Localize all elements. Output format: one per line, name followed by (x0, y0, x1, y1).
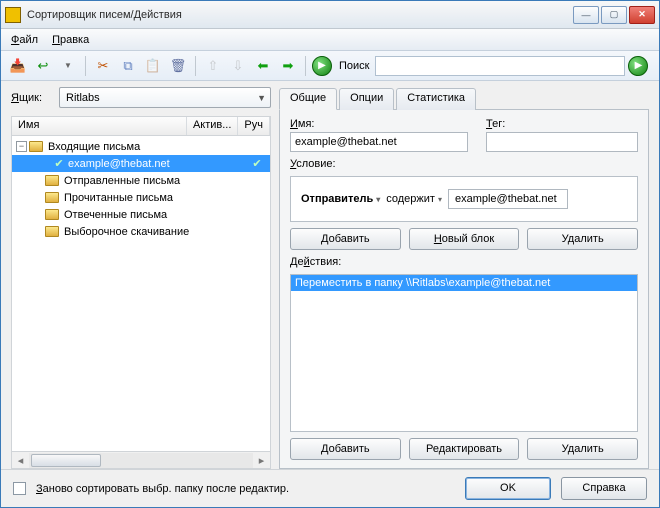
condition-label: Условие: (290, 158, 336, 170)
act-add-button[interactable]: Добавить (290, 438, 401, 460)
toolbar: 📥 ↩ ▼ ✂ ⧉ 📋 🗑 ⇧ ⇩ ⬅ ➡ ▶ Поиск ▶ (1, 51, 659, 81)
folder-icon (45, 209, 59, 220)
cond-add-button[interactable]: Добавить (290, 228, 401, 250)
search-go-icon-left[interactable]: ▶ (312, 56, 332, 76)
chevron-down-icon: ▼ (257, 93, 266, 103)
name-label: Имя: (290, 118, 468, 130)
cond-newblock-button[interactable]: Новый блок (409, 228, 520, 250)
box-label: Ящик: (11, 92, 51, 104)
tag-input[interactable] (486, 132, 638, 152)
col-name[interactable]: Имя (12, 117, 187, 135)
minimize-button[interactable]: — (573, 6, 599, 24)
action-item[interactable]: Переместить в папку \\Ritlabs\example@th… (291, 275, 637, 291)
help-button[interactable]: Справка (561, 477, 647, 500)
bottom-bar: Заново сортировать выбр. папку после ред… (1, 469, 659, 507)
search-go-icon[interactable]: ▶ (628, 56, 648, 76)
tab-panel-general: Имя: Тег: Условие: Отправитель▾ (279, 109, 649, 469)
col-active[interactable]: Актив... (187, 117, 238, 135)
tree-row[interactable]: Отвеченные письма (12, 206, 270, 223)
folder-icon (29, 141, 43, 152)
reply-icon[interactable]: ↩ (32, 55, 54, 77)
check-icon: ✔ (52, 157, 66, 170)
tree-header: Имя Актив... Руч (11, 116, 271, 136)
tree-row[interactable]: ✔ example@thebat.net ✔ (12, 155, 270, 172)
scroll-left-icon[interactable]: ◂ (12, 454, 29, 467)
tree-row[interactable]: Отправленные письма (12, 172, 270, 189)
tree-row[interactable]: Выборочное скачивание (12, 223, 270, 240)
resort-label: Заново сортировать выбр. папку после ред… (36, 483, 289, 495)
down-icon: ⇩ (227, 55, 249, 77)
cond-delete-button[interactable]: Удалить (527, 228, 638, 250)
scroll-right-icon[interactable]: ▸ (253, 454, 270, 467)
menubar: Файл Правка (1, 29, 659, 51)
window-title: Сортировщик писем/Действия (27, 9, 573, 21)
app-icon (5, 7, 21, 23)
cut-icon[interactable]: ✂ (92, 55, 114, 77)
back-icon[interactable]: ⬅ (252, 55, 274, 77)
titlebar: Сортировщик писем/Действия — ▢ ✕ (1, 1, 659, 29)
up-icon: ⇧ (202, 55, 224, 77)
collapse-icon[interactable]: − (16, 141, 27, 152)
tab-strip: Общие Опции Статистика (279, 88, 649, 110)
folder-icon (45, 192, 59, 203)
resort-checkbox[interactable] (13, 482, 26, 495)
menu-edit[interactable]: Правка (52, 34, 89, 46)
menu-file[interactable]: Файл (11, 34, 38, 46)
tree-row[interactable]: − Входящие письма (12, 138, 270, 155)
tab-general[interactable]: Общие (279, 88, 337, 110)
folder-icon (45, 226, 59, 237)
ok-button[interactable]: OK (465, 477, 551, 500)
actions-label: Действия: (290, 256, 341, 268)
actions-list[interactable]: Переместить в папку \\Ritlabs\example@th… (290, 274, 638, 432)
tab-stats[interactable]: Статистика (396, 88, 476, 110)
name-input[interactable] (290, 132, 468, 152)
tree-row[interactable]: Прочитанные письма (12, 189, 270, 206)
search-input[interactable] (375, 56, 625, 76)
folder-icon (45, 175, 59, 186)
paste-icon: 📋 (142, 55, 164, 77)
new-rule-icon[interactable]: 📥 (7, 55, 29, 77)
cond-value-input[interactable]: example@thebat.net (448, 189, 568, 209)
close-button[interactable]: ✕ (629, 6, 655, 24)
scroll-thumb[interactable] (31, 454, 101, 467)
tab-options[interactable]: Опции (339, 88, 394, 110)
tag-label: Тег: (486, 118, 638, 130)
active-check-icon: ✔ (250, 157, 264, 170)
box-value: Ritlabs (66, 92, 100, 104)
col-manual[interactable]: Руч (238, 117, 270, 135)
search-label: Поиск (339, 60, 369, 72)
forward-icon[interactable]: ➡ (277, 55, 299, 77)
cond-field-combo[interactable]: Отправитель▾ (301, 193, 380, 205)
maximize-button[interactable]: ▢ (601, 6, 627, 24)
dropdown-icon[interactable]: ▼ (57, 55, 79, 77)
act-edit-button[interactable]: Редактировать (409, 438, 520, 460)
tree-hscroll[interactable]: ◂ ▸ (11, 452, 271, 469)
condition-box: Отправитель▾ содержит▾ example@thebat.ne… (290, 176, 638, 222)
rule-tree[interactable]: − Входящие письма ✔ example@thebat.net ✔… (11, 136, 271, 452)
copy-icon[interactable]: ⧉ (117, 55, 139, 77)
cond-op-combo[interactable]: содержит▾ (386, 193, 442, 205)
mail-sorter-window: Сортировщик писем/Действия — ▢ ✕ Файл Пр… (0, 0, 660, 508)
box-combo[interactable]: Ritlabs ▼ (59, 87, 271, 108)
delete-icon[interactable]: 🗑 (167, 55, 189, 77)
act-delete-button[interactable]: Удалить (527, 438, 638, 460)
